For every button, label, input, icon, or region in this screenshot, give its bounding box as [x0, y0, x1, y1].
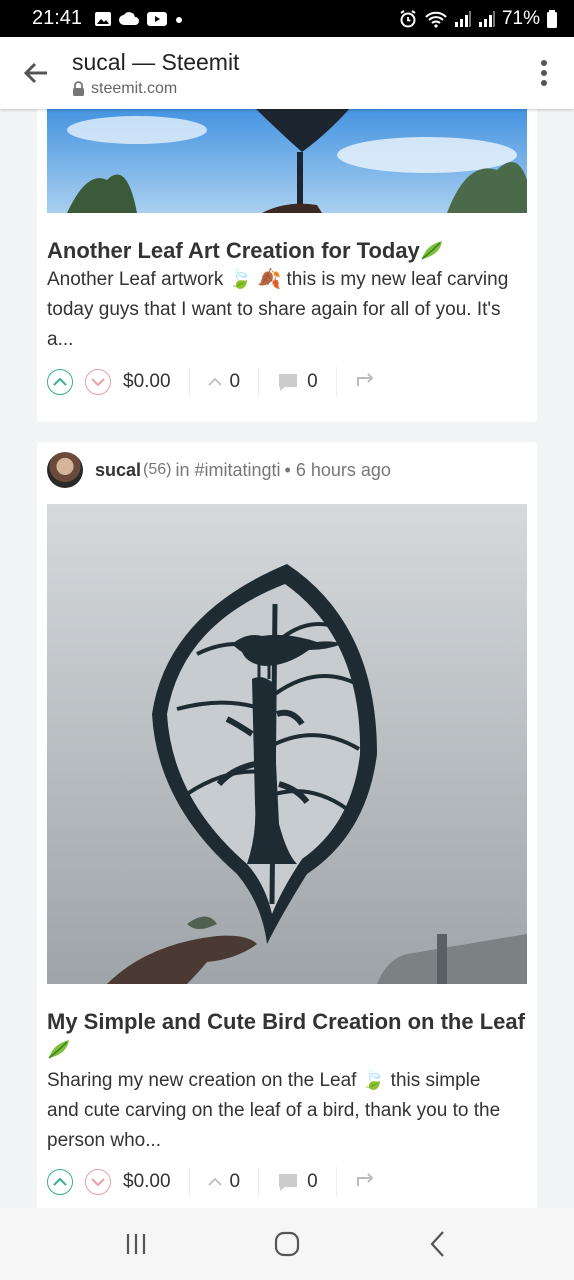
divider	[335, 367, 337, 397]
votes-count-group[interactable]: 0	[207, 371, 241, 393]
post-footer: $0.00 0 0	[47, 1165, 527, 1199]
signal-icon	[454, 10, 471, 27]
leaf-emoji-icon	[48, 1040, 69, 1059]
more-options-button[interactable]	[514, 37, 574, 109]
post-title[interactable]: My Simple and Cute Bird Creation on the …	[47, 1008, 527, 1064]
system-nav-bar	[0, 1208, 574, 1280]
comment-icon	[279, 374, 298, 391]
divider	[258, 367, 260, 397]
notification-icons	[94, 10, 184, 28]
page-url: steemit.com	[72, 80, 514, 98]
comments-count: 0	[307, 1171, 318, 1192]
chevron-up-icon	[53, 377, 67, 386]
bird-leaf-art-image	[47, 504, 527, 984]
divider	[188, 367, 190, 397]
post-card: Another Leaf Art Creation for Today Anot…	[37, 100, 537, 422]
post-card: sucal (56) in #imitatingti • 6 hours ago	[37, 442, 537, 1212]
url-text: steemit.com	[91, 79, 178, 97]
upvote-button[interactable]	[47, 1169, 73, 1195]
resteem-button[interactable]	[355, 370, 377, 394]
votes-count: 0	[229, 1171, 241, 1192]
youtube-icon	[147, 11, 168, 26]
page-info[interactable]: sucal — Steemit steemit.com	[72, 49, 514, 98]
votes-count: 0	[229, 371, 241, 392]
post-title[interactable]: Another Leaf Art Creation for Today	[47, 237, 527, 265]
divider	[258, 1167, 260, 1197]
votes-caret-icon	[207, 1177, 222, 1186]
lock-icon	[73, 81, 84, 96]
cloud-icon	[119, 11, 140, 25]
downvote-button[interactable]	[85, 369, 111, 395]
chevron-down-icon	[91, 1178, 105, 1187]
divider	[188, 1167, 190, 1197]
comments-count-group[interactable]: 0	[277, 1171, 318, 1193]
battery-percent: 71%	[501, 7, 540, 29]
post-image[interactable]	[47, 504, 527, 984]
post-community[interactable]: in #imitatingti	[175, 460, 280, 481]
post-footer: $0.00 0 0	[47, 365, 527, 399]
resteem-button[interactable]	[355, 1170, 377, 1194]
battery-icon	[547, 9, 557, 28]
post-excerpt[interactable]: Another Leaf artwork 🍃 🍂 this is my new …	[47, 265, 517, 355]
leaf-emoji-icon	[421, 241, 442, 260]
recent-apps-icon	[126, 1234, 145, 1254]
home-icon	[274, 1231, 300, 1257]
resteem-icon	[356, 1173, 374, 1186]
nav-back-button[interactable]	[408, 1214, 468, 1274]
chevron-up-icon	[53, 1177, 67, 1186]
post-excerpt[interactable]: Sharing my new creation on the Leaf 🍃 th…	[47, 1066, 517, 1156]
status-bar: 21:41 71%	[0, 0, 574, 37]
signal-icon-2	[478, 10, 495, 27]
chevron-down-icon	[91, 378, 105, 387]
upvote-button[interactable]	[47, 369, 73, 395]
back-button[interactable]	[0, 37, 72, 109]
resteem-icon	[356, 373, 374, 386]
page-title: sucal — Steemit	[72, 48, 240, 75]
browser-toolbar: sucal — Steemit steemit.com	[0, 37, 574, 109]
back-chevron-icon	[430, 1231, 445, 1257]
leaf-art-image	[47, 100, 527, 213]
recent-apps-button[interactable]	[106, 1214, 166, 1274]
alarm-icon	[400, 9, 416, 27]
downvote-button[interactable]	[85, 1169, 111, 1195]
author-name[interactable]: sucal	[95, 460, 141, 481]
post-author-row: sucal (56) in #imitatingti • 6 hours ago	[47, 452, 391, 488]
avatar[interactable]	[47, 452, 83, 488]
gallery-icon	[95, 11, 112, 26]
divider	[335, 1167, 337, 1197]
votes-caret-icon	[207, 377, 222, 386]
comment-icon	[279, 1174, 298, 1191]
votes-count-group[interactable]: 0	[207, 1171, 241, 1193]
payout-value[interactable]: $0.00	[123, 371, 171, 393]
more-vertical-icon	[541, 60, 547, 86]
dot-icon	[176, 16, 183, 23]
wifi-icon	[425, 11, 447, 28]
comments-count: 0	[307, 371, 318, 392]
author-reputation: (56)	[143, 461, 172, 478]
post-image[interactable]	[47, 100, 527, 213]
post-time[interactable]: • 6 hours ago	[285, 460, 391, 481]
status-time: 21:41	[32, 7, 83, 29]
comments-count-group[interactable]: 0	[277, 371, 318, 393]
payout-value[interactable]: $0.00	[123, 1171, 171, 1193]
arrow-left-icon	[23, 62, 47, 84]
home-button[interactable]	[257, 1214, 317, 1274]
